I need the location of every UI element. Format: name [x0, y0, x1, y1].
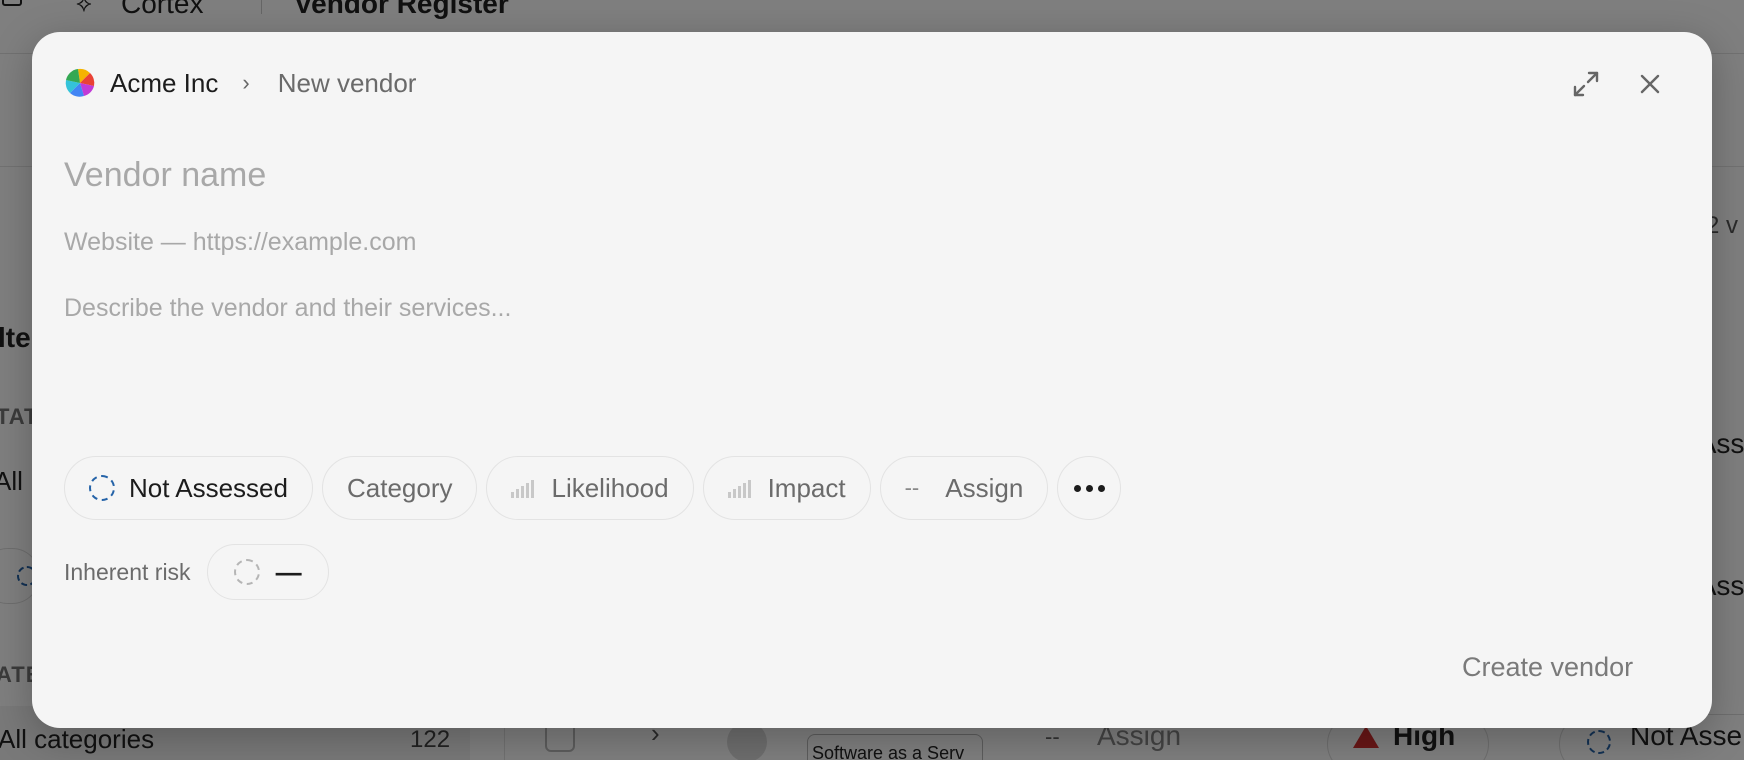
- org-name[interactable]: Acme Inc: [110, 68, 218, 99]
- signal-bars-icon: [511, 478, 537, 498]
- assignee-placeholder-icon: --: [904, 475, 920, 500]
- status-button[interactable]: Not Assessed: [64, 456, 313, 520]
- signal-bars-icon: [727, 478, 754, 498]
- assign-label: Assign: [945, 472, 1024, 503]
- more-horizontal-icon: [1073, 484, 1105, 492]
- expand-button[interactable]: [1568, 66, 1604, 102]
- likelihood-button[interactable]: Likelihood: [486, 456, 694, 520]
- expand-icon: [1573, 71, 1599, 97]
- close-button[interactable]: [1632, 66, 1668, 102]
- category-label: Category: [346, 472, 453, 503]
- status-label: Not Assessed: [129, 472, 288, 503]
- assign-button[interactable]: -- Assign: [879, 456, 1049, 520]
- risk-ring-icon: [233, 559, 260, 585]
- new-vendor-modal: Acme Inc › New vendor Not Assessed Categ…: [32, 32, 1712, 728]
- inherent-risk-badge[interactable]: —: [206, 544, 329, 600]
- impact-label: Impact: [767, 472, 846, 503]
- org-logo-icon: [65, 68, 95, 97]
- property-chips: Not Assessed Category Likelihood Impact …: [64, 456, 1122, 520]
- impact-button[interactable]: Impact: [702, 456, 871, 520]
- close-icon: [1640, 74, 1660, 94]
- category-button[interactable]: Category: [321, 456, 478, 520]
- vendor-name-input[interactable]: [64, 156, 1464, 195]
- website-input[interactable]: [64, 228, 1464, 257]
- breadcrumb: Acme Inc › New vendor: [64, 64, 416, 102]
- inherent-risk-label: Inherent risk: [64, 558, 191, 585]
- breadcrumb-current: New vendor: [277, 67, 417, 98]
- status-ring-icon: [89, 475, 115, 501]
- more-options-button[interactable]: [1057, 456, 1122, 520]
- inherent-risk-row: Inherent risk —: [64, 544, 329, 600]
- inherent-risk-value: —: [275, 556, 302, 587]
- chevron-right-icon: ›: [242, 70, 250, 95]
- likelihood-label: Likelihood: [551, 472, 669, 503]
- create-vendor-button[interactable]: Create vendor: [1462, 652, 1633, 683]
- description-textarea[interactable]: [64, 294, 1664, 424]
